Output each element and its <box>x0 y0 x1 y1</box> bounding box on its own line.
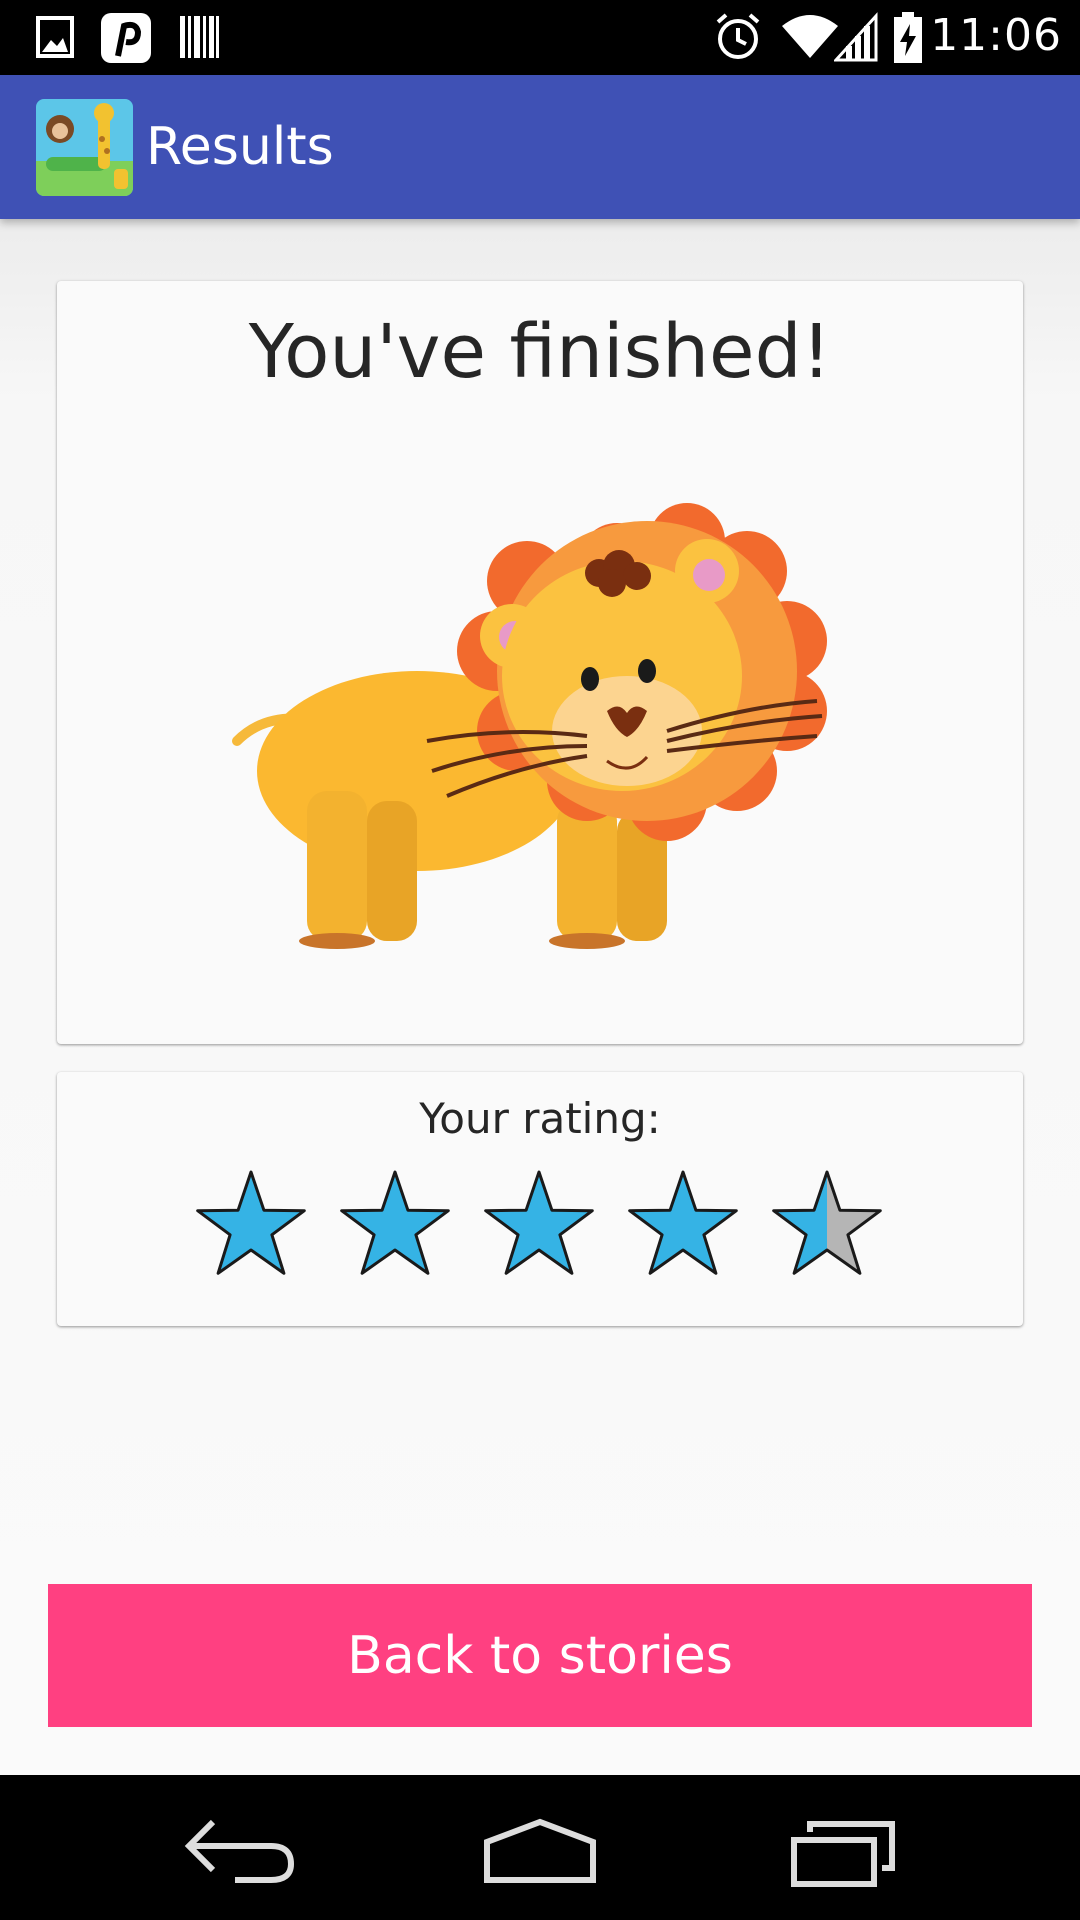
app-bar: Results <box>0 75 1080 219</box>
wifi-icon <box>782 15 838 58</box>
battery-charging-icon <box>894 12 922 63</box>
rating-star-icon[interactable] <box>628 1170 738 1275</box>
image-icon <box>36 16 74 58</box>
status-time: 11:06 <box>930 10 1062 61</box>
alarm-icon <box>716 13 760 59</box>
page-title: Results <box>146 117 334 177</box>
status-bar: 11:06 <box>0 0 1080 75</box>
signal-icon <box>834 12 878 62</box>
rating-star-icon[interactable] <box>772 1170 882 1275</box>
recents-icon[interactable] <box>778 1810 908 1890</box>
rating-bar[interactable] <box>191 1166 911 1286</box>
rating-card: Your rating: <box>57 1072 1023 1326</box>
finished-title: You've finished! <box>248 309 832 395</box>
pinterest-icon <box>101 13 151 63</box>
finished-card: You've finished! <box>57 281 1023 1044</box>
navigation-bar <box>0 1775 1080 1920</box>
rating-star-icon[interactable] <box>484 1170 594 1275</box>
rating-star-icon[interactable] <box>340 1170 450 1275</box>
jungle-animals-logo-icon <box>36 99 133 196</box>
app-logo[interactable] <box>36 99 133 196</box>
rating-label: Your rating: <box>419 1094 661 1143</box>
lion-illustration <box>232 503 827 949</box>
rating-star-icon[interactable] <box>196 1170 306 1275</box>
home-icon[interactable] <box>475 1810 605 1890</box>
barcode-icon <box>180 16 219 58</box>
back-icon[interactable] <box>175 1810 305 1890</box>
back-to-stories-button[interactable]: Back to stories <box>48 1584 1032 1727</box>
main-content: You've finished! Your rating: Back to st… <box>0 219 1080 1775</box>
